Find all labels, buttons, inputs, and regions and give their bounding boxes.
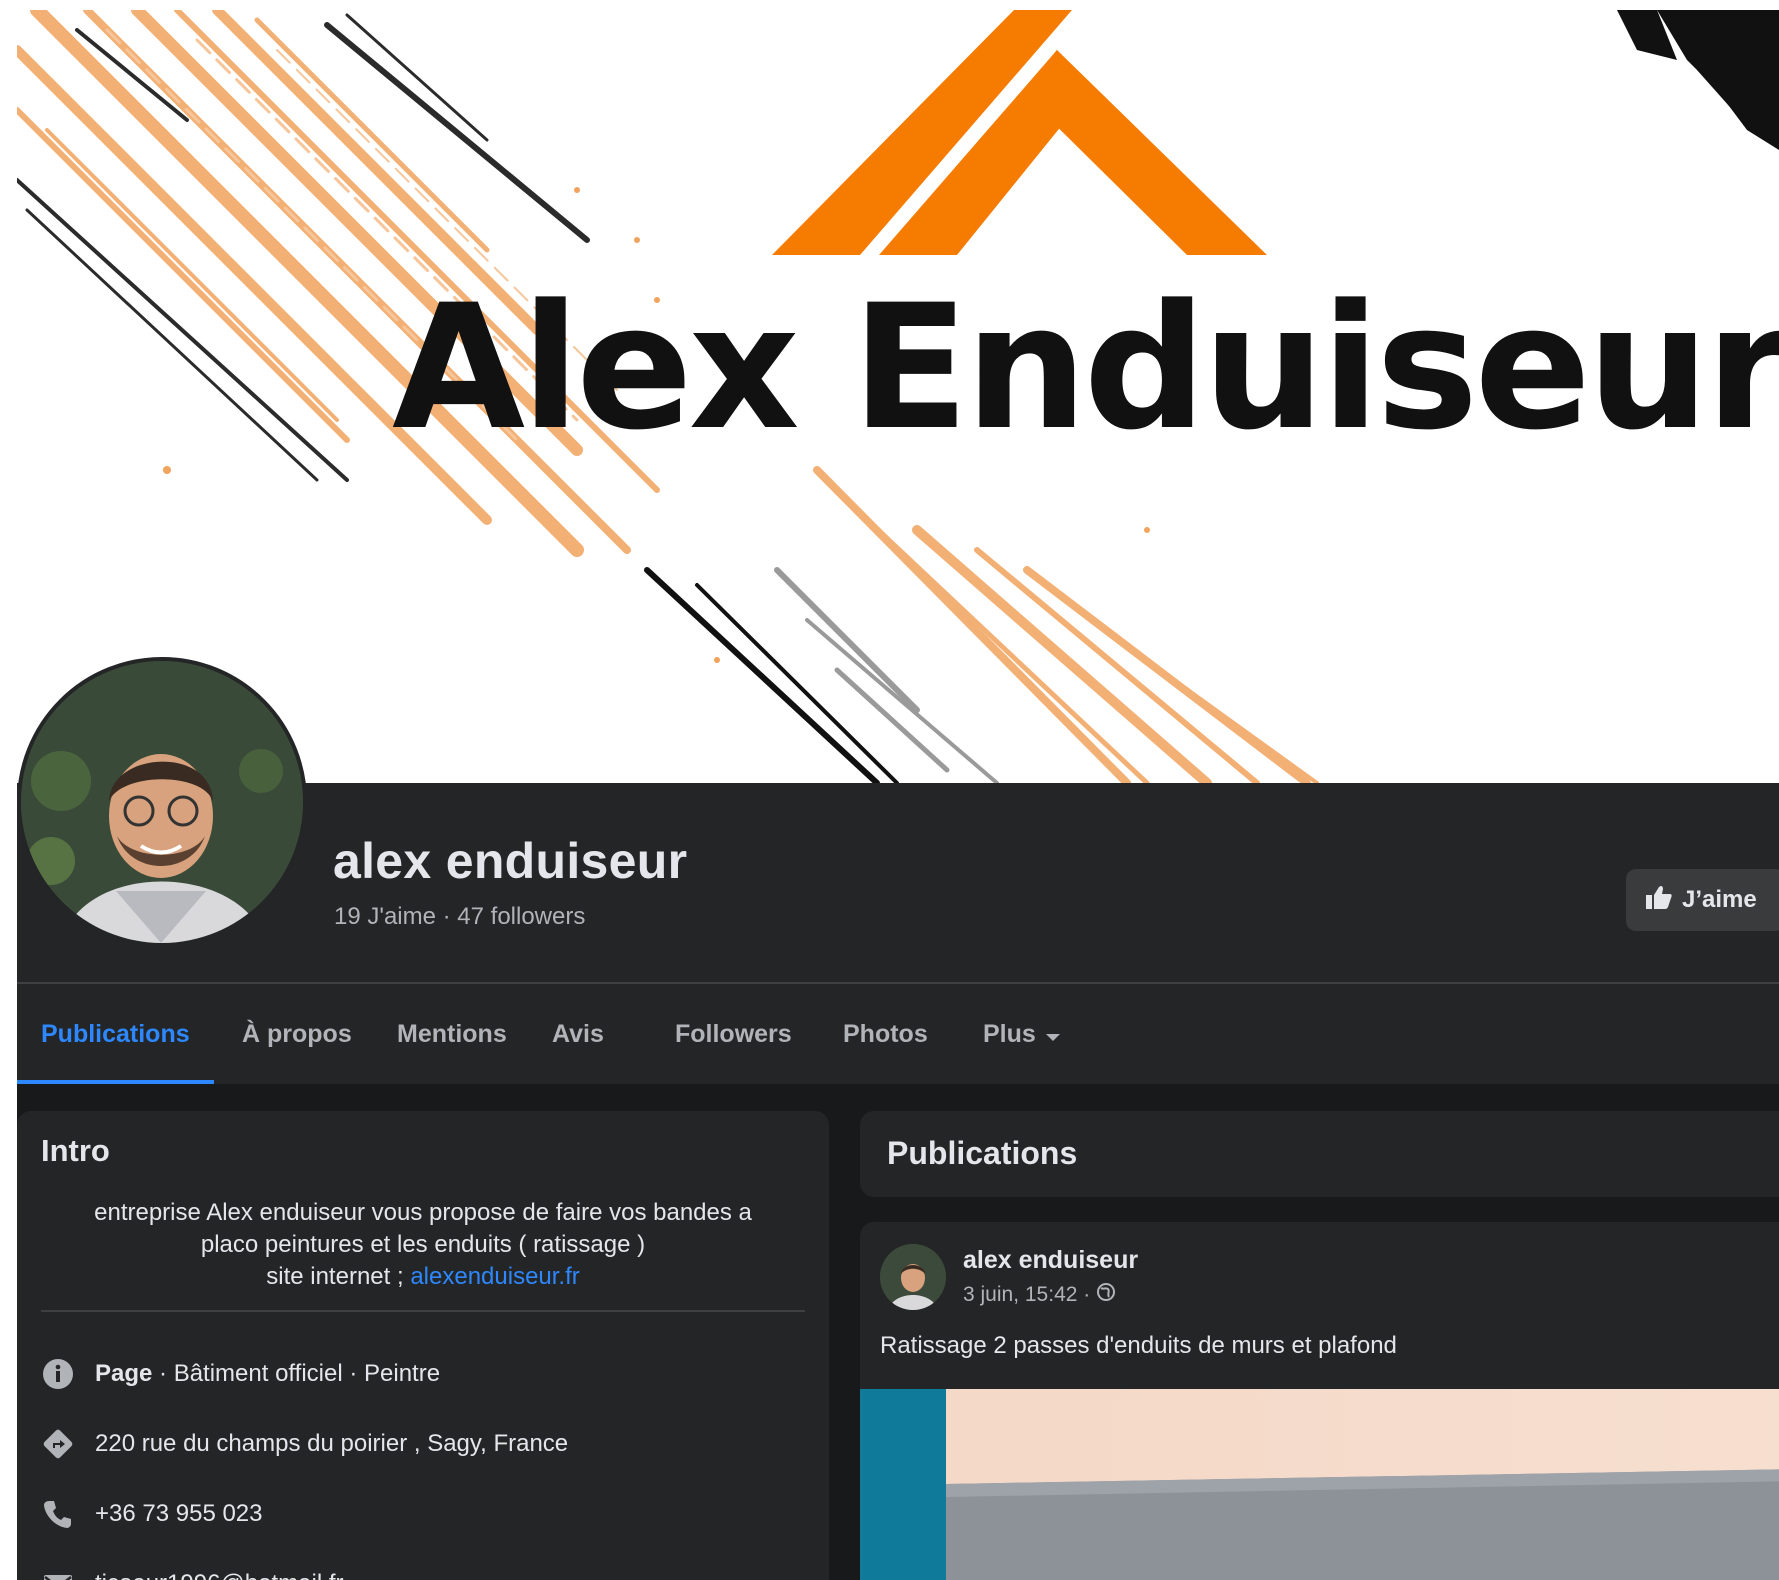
- like-button-label: J’aime: [1682, 886, 1757, 913]
- info-phone: +36 73 955 023: [41, 1494, 263, 1534]
- bio-line: entreprise Alex enduiseur vous propose d…: [94, 1199, 752, 1226]
- info-address: 220 rue du champs du poirier , Sagy, Fra…: [41, 1424, 568, 1464]
- category-details: · Bâtiment officiel · Peintre: [152, 1360, 441, 1387]
- profile-avatar[interactable]: [17, 657, 307, 947]
- info-email: ticoeur1996@hotmail.fr: [41, 1564, 343, 1580]
- avatar-photo: [21, 661, 303, 943]
- category-text: Page · Bâtiment officiel · Peintre: [95, 1360, 440, 1388]
- tab-followers[interactable]: Followers: [675, 984, 792, 1084]
- publications-title: Publications: [887, 1135, 1078, 1171]
- like-button[interactable]: J’aime: [1626, 869, 1779, 931]
- tab-photos[interactable]: Photos: [843, 984, 928, 1084]
- directions-icon: [41, 1427, 75, 1461]
- post-author-avatar[interactable]: [880, 1244, 946, 1310]
- tab-avis[interactable]: Avis: [552, 984, 604, 1084]
- tab-a-propos[interactable]: À propos: [242, 984, 352, 1084]
- address-text[interactable]: 220 rue du champs du poirier , Sagy, Fra…: [95, 1430, 568, 1458]
- cover-logo-text: Alex Enduiseur: [392, 267, 1779, 468]
- bio-line: placo peintures et les enduits ( ratissa…: [200, 1231, 646, 1258]
- phone-icon: [41, 1497, 75, 1531]
- post-timestamp[interactable]: 3 juin, 15:42 ·: [963, 1283, 1090, 1307]
- post-author-name[interactable]: alex enduiseur: [963, 1246, 1138, 1275]
- page-stats[interactable]: 19 J'aime · 47 followers: [334, 903, 585, 931]
- post-meta: 3 juin, 15:42 ·: [963, 1282, 1116, 1308]
- phone-text[interactable]: +36 73 955 023: [95, 1500, 263, 1528]
- tab-plus[interactable]: Plus: [983, 984, 1060, 1084]
- facebook-page: Alex Enduiseur alex enduiseur 19 J'aime …: [17, 10, 1779, 1580]
- post-photo-image: [860, 1389, 1779, 1580]
- intro-card: Intro entreprise Alex enduiseur vous pro…: [17, 1111, 829, 1580]
- tab-publications[interactable]: Publications: [41, 984, 190, 1084]
- intro-title: Intro: [41, 1133, 110, 1168]
- website-prefix: site internet ;: [266, 1263, 411, 1290]
- tab-plus-label: Plus: [983, 1019, 1036, 1048]
- website-link[interactable]: alexenduiseur.fr: [410, 1263, 579, 1290]
- cover-photo[interactable]: Alex Enduiseur: [17, 10, 1779, 783]
- email-text[interactable]: ticoeur1996@hotmail.fr: [95, 1570, 343, 1580]
- mail-icon: [41, 1567, 75, 1580]
- tab-mentions[interactable]: Mentions: [397, 984, 507, 1084]
- info-category: Page · Bâtiment officiel · Peintre: [41, 1354, 440, 1394]
- thumbs-up-icon: [1646, 885, 1672, 916]
- info-icon: [41, 1357, 75, 1391]
- globe-icon: [1096, 1282, 1116, 1308]
- page-tabs: Publications À propos Mentions Avis Foll…: [17, 984, 1779, 1084]
- intro-bio: entreprise Alex enduiseur vous propose d…: [41, 1197, 805, 1293]
- active-tab-indicator: [17, 1080, 214, 1084]
- post-text: Ratissage 2 passes d'enduits de murs et …: [880, 1332, 1397, 1359]
- post-photo[interactable]: [860, 1389, 1779, 1580]
- intro-divider: [41, 1310, 805, 1312]
- page-title: alex enduiseur: [333, 833, 688, 889]
- bio-line: site internet ; alexenduiseur.fr: [41, 1261, 805, 1293]
- post-avatar-photo: [880, 1244, 946, 1310]
- category-type: Page: [95, 1360, 153, 1387]
- publications-header-card: Publications: [860, 1111, 1779, 1197]
- caret-down-icon: [1045, 1020, 1060, 1049]
- post-card: alex enduiseur 3 juin, 15:42 · Ratissage…: [860, 1222, 1779, 1580]
